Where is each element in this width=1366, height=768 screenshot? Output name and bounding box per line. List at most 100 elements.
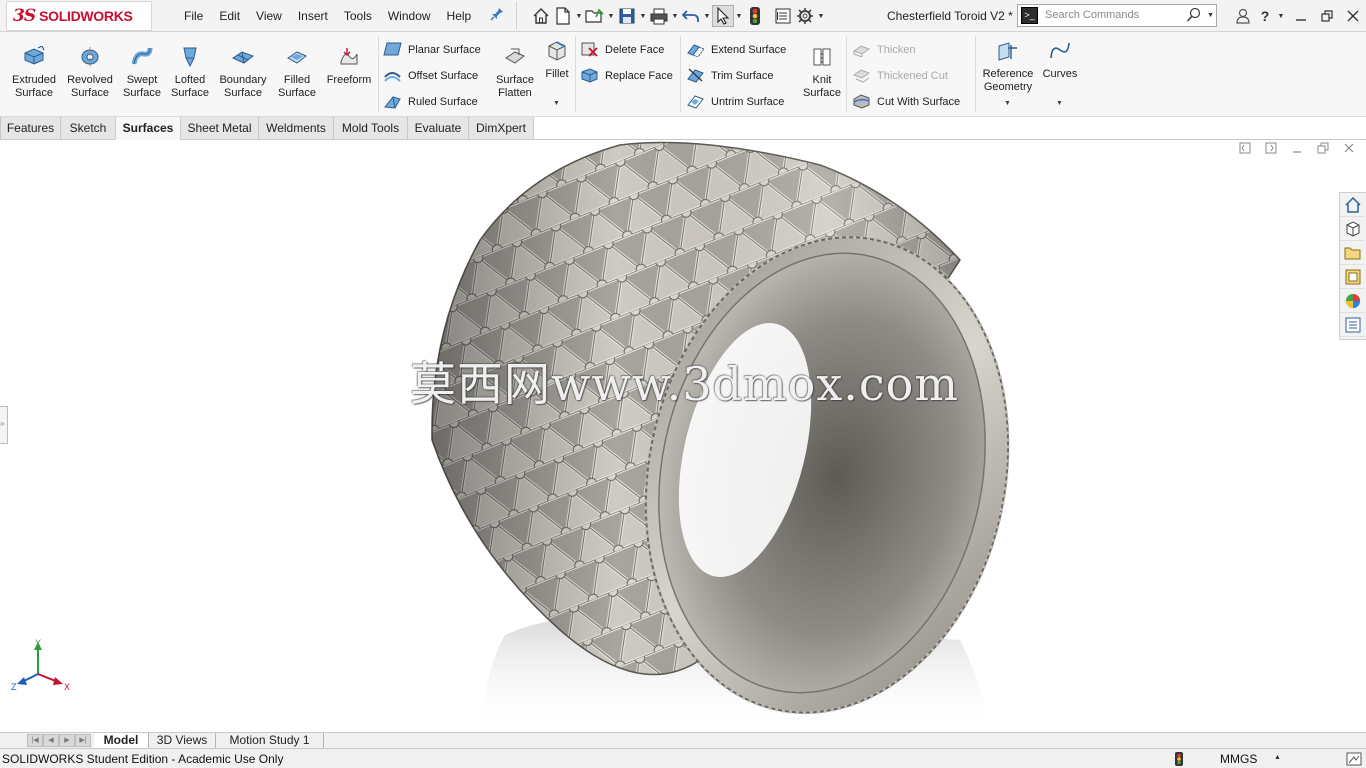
save-icon[interactable] xyxy=(616,5,638,27)
thickened-cut-button[interactable]: Thickened Cut xyxy=(852,66,948,86)
fillet-dropdown-caret[interactable]: ▼ xyxy=(553,100,560,107)
delete-face-button[interactable]: Delete Face xyxy=(580,40,664,60)
view-palette-icon[interactable] xyxy=(1340,265,1365,289)
tab-dimxpert[interactable]: DimXpert xyxy=(468,117,534,140)
curves-button[interactable]: Curves xyxy=(1040,40,1080,81)
open-dropdown-caret[interactable]: ▼ xyxy=(606,5,616,27)
options-icon[interactable] xyxy=(794,5,816,27)
tab-sheet-metal[interactable]: Sheet Metal xyxy=(180,117,259,140)
save-dropdown-caret[interactable]: ▼ xyxy=(638,5,648,27)
options-dropdown-caret[interactable]: ▼ xyxy=(816,5,826,27)
cut-with-surface-button[interactable]: Cut With Surface xyxy=(852,92,960,112)
command-prompt-icon: >_ xyxy=(1021,7,1038,24)
boundary-surface-button[interactable]: Boundary Surface xyxy=(214,46,272,100)
pin-icon[interactable] xyxy=(490,7,504,24)
tab-surfaces[interactable]: Surfaces xyxy=(115,117,181,140)
tab-evaluate[interactable]: Evaluate xyxy=(407,117,469,140)
menu-tools[interactable]: Tools xyxy=(336,9,380,23)
print-icon[interactable] xyxy=(648,5,670,27)
knit-surface-button[interactable]: Knit Surface xyxy=(800,46,844,100)
restore-icon[interactable] xyxy=(1314,0,1340,32)
filled-surface-button[interactable]: Filled Surface xyxy=(272,46,322,100)
reference-geometry-button[interactable]: Reference Geometry xyxy=(978,40,1038,94)
ring-model[interactable] xyxy=(0,140,1366,732)
last-tab-icon[interactable]: ▶| xyxy=(75,734,91,747)
tab-weldments[interactable]: Weldments xyxy=(258,117,334,140)
tab-features[interactable]: Features xyxy=(0,117,61,140)
menu-insert[interactable]: Insert xyxy=(290,9,336,23)
extend-surface-button[interactable]: Extend Surface xyxy=(686,40,786,60)
ruled-surface-button[interactable]: Ruled Surface xyxy=(383,92,478,112)
file-properties-icon[interactable] xyxy=(772,5,794,27)
search-icon[interactable] xyxy=(1186,7,1202,26)
new-document-icon[interactable] xyxy=(552,5,574,27)
print-dropdown-caret[interactable]: ▼ xyxy=(670,5,680,27)
menu-window[interactable]: Window xyxy=(380,9,439,23)
select-icon[interactable] xyxy=(712,5,734,27)
file-explorer-icon[interactable] xyxy=(1340,241,1365,265)
reference-triad[interactable]: Y X Z xyxy=(8,638,72,696)
task-pane-home-icon[interactable] xyxy=(1340,193,1365,217)
revolved-surface-button[interactable]: Revolved Surface xyxy=(62,46,118,100)
search-dropdown-caret[interactable]: ▼ xyxy=(1207,12,1214,19)
first-tab-icon[interactable]: |◀ xyxy=(27,734,43,747)
reference-geometry-dropdown-caret[interactable]: ▼ xyxy=(1004,100,1011,107)
minimize-icon[interactable] xyxy=(1288,0,1314,32)
graphics-area[interactable]: 莫西网www.3dmox.com » Y X Z xyxy=(0,140,1366,732)
offset-surface-button[interactable]: Offset Surface xyxy=(383,66,478,86)
tab-sketch[interactable]: Sketch xyxy=(60,117,116,140)
feature-manager-collapse-handle[interactable]: » xyxy=(0,406,8,444)
planar-surface-button[interactable]: Planar Surface xyxy=(383,40,481,60)
doc-restore-icon[interactable] xyxy=(1314,140,1332,156)
panel-right-icon[interactable] xyxy=(1262,140,1280,156)
next-tab-icon[interactable]: ▶ xyxy=(59,734,75,747)
extruded-surface-button[interactable]: Extruded Surface xyxy=(6,45,62,100)
surface-flatten-button[interactable]: Surface Flatten xyxy=(492,46,538,100)
trim-surface-button[interactable]: Trim Surface xyxy=(686,66,774,86)
swept-surface-button[interactable]: Swept Surface xyxy=(118,46,166,100)
rebuild-icon[interactable] xyxy=(744,5,766,27)
search-commands-box[interactable]: >_ Search Commands ▼ xyxy=(1017,4,1217,27)
tab-mold-tools[interactable]: Mold Tools xyxy=(333,117,408,140)
menu-edit[interactable]: Edit xyxy=(211,9,248,23)
unit-system[interactable]: MMGS xyxy=(1220,752,1257,766)
home-icon[interactable] xyxy=(530,5,552,27)
design-library-icon[interactable] xyxy=(1340,217,1365,241)
prev-tab-icon[interactable]: ◀ xyxy=(43,734,59,747)
untrim-surface-button[interactable]: Untrim Surface xyxy=(686,92,784,112)
separator xyxy=(846,36,847,112)
freeform-button[interactable]: Freeform xyxy=(322,46,376,87)
new-dropdown-caret[interactable]: ▼ xyxy=(574,5,584,27)
tab-3d-views[interactable]: 3D Views xyxy=(149,733,216,748)
thickened-cut-icon xyxy=(852,67,871,86)
close-icon[interactable] xyxy=(1340,0,1366,32)
help-dropdown-caret[interactable]: ▼ xyxy=(1274,0,1288,32)
custom-properties-icon[interactable] xyxy=(1340,313,1365,337)
rebuild-status-icon[interactable] xyxy=(1174,751,1184,768)
curves-dropdown-caret[interactable]: ▼ xyxy=(1056,100,1063,107)
menu-file[interactable]: File xyxy=(176,9,211,23)
doc-minimize-icon[interactable] xyxy=(1288,140,1306,156)
appearances-icon[interactable] xyxy=(1340,289,1365,313)
select-dropdown-caret[interactable]: ▼ xyxy=(734,5,744,27)
user-account-icon[interactable] xyxy=(1230,0,1256,32)
doc-close-icon[interactable] xyxy=(1340,140,1358,156)
thickened-cut-label: Thickened Cut xyxy=(877,70,948,82)
replace-face-button[interactable]: Replace Face xyxy=(580,66,673,86)
tab-motion-study-1[interactable]: Motion Study 1 xyxy=(216,733,324,748)
open-icon[interactable] xyxy=(584,5,606,27)
lofted-surface-button[interactable]: Lofted Surface xyxy=(166,46,214,100)
solidworks-logo[interactable]: 3S SOLIDWORKS xyxy=(6,1,152,31)
help-icon[interactable]: ? xyxy=(1256,0,1274,32)
tab-model[interactable]: Model xyxy=(94,733,149,748)
panel-left-icon[interactable] xyxy=(1236,140,1254,156)
status-info-icon[interactable] xyxy=(1346,751,1362,768)
menu-help[interactable]: Help xyxy=(439,9,480,23)
unit-system-caret[interactable]: ▲ xyxy=(1274,754,1281,761)
thicken-button[interactable]: Thicken xyxy=(852,40,916,60)
fillet-button[interactable]: Fillet xyxy=(540,40,574,81)
menu-view[interactable]: View xyxy=(248,9,290,23)
triad-y-label: Y xyxy=(35,638,41,648)
undo-dropdown-caret[interactable]: ▼ xyxy=(702,5,712,27)
undo-icon[interactable] xyxy=(680,5,702,27)
